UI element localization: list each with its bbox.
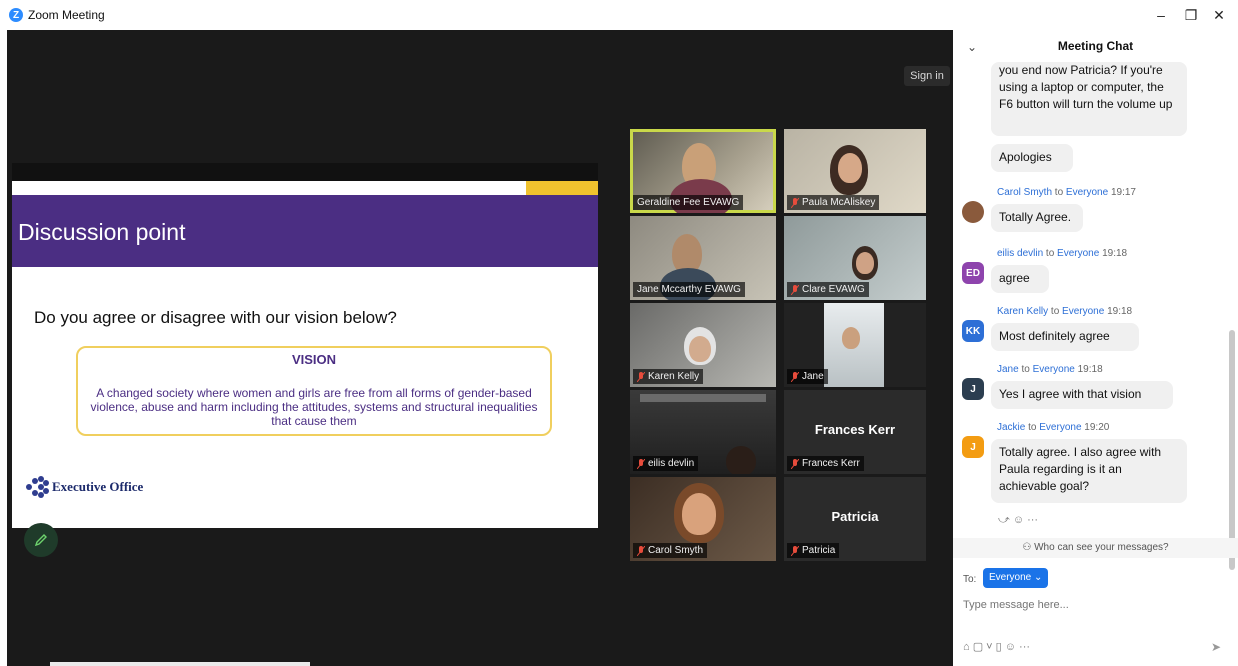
vision-text: A changed society where women and girls … (90, 386, 538, 428)
video-tile[interactable]: Patricia Patricia (784, 477, 926, 561)
avatar: J (962, 436, 984, 458)
video-tile[interactable]: Paula McAliskey (784, 129, 926, 213)
chat-message: agree (991, 265, 1049, 293)
muted-mic-icon (637, 458, 645, 469)
avatar: ED (962, 262, 984, 284)
chat-message: Totally Agree. (991, 204, 1083, 232)
video-tile[interactable]: Jane (784, 303, 926, 387)
muted-mic-icon (637, 371, 645, 382)
participant-name: Jane (787, 369, 828, 384)
chat-message: Most definitely agree (991, 323, 1139, 351)
slide-gold-accent (526, 181, 598, 195)
video-tile[interactable]: Jane Mccarthy EVAWG (630, 216, 776, 300)
close-button[interactable]: ✕ (1204, 4, 1234, 26)
people-icon: ⚇ (1022, 542, 1035, 553)
muted-mic-icon (791, 545, 799, 556)
video-tile[interactable]: Geraldine Fee EVAWG (630, 129, 776, 213)
executive-office-emblem-icon (26, 476, 49, 498)
maximize-button[interactable]: ❐ (1176, 4, 1206, 26)
avatar (962, 201, 984, 223)
participant-display-name: Patricia (831, 509, 879, 524)
muted-mic-icon (791, 458, 799, 469)
message-sender: Karen Kelly to Everyone 19:18 (997, 306, 1133, 317)
slide-top-bar (12, 163, 598, 181)
avatar: KK (962, 320, 984, 342)
executive-office-logo: Executive Office (26, 476, 143, 498)
slide-stripe (12, 181, 598, 195)
message-reaction-icons[interactable]: ⤻ ☺ ··· (998, 514, 1038, 527)
vision-title: VISION (291, 352, 337, 367)
to-label: To: (963, 574, 977, 585)
muted-mic-icon (791, 197, 799, 208)
participant-display-name: Frances Kerr (814, 422, 896, 437)
video-tile[interactable]: Karen Kelly (630, 303, 776, 387)
sign-in-button[interactable]: Sign in (904, 66, 950, 86)
video-tile[interactable]: Clare EVAWG (784, 216, 926, 300)
participant-name: Geraldine Fee EVAWG (633, 195, 744, 210)
chat-message-list[interactable]: you end now Patricia? If you're using a … (953, 62, 1228, 562)
muted-mic-icon (637, 545, 645, 556)
video-tile[interactable]: Frances Kerr Frances Kerr (784, 390, 926, 474)
shared-screen-slide: Discussion point Do you agree or disagre… (12, 163, 598, 528)
executive-office-name: Executive Office (52, 479, 144, 494)
title-bar: Z Zoom Meeting – ❐ ✕ (0, 0, 1238, 30)
participant-name: Paula McAliskey (787, 195, 880, 210)
participant-name: Clare EVAWG (787, 282, 869, 297)
participant-name: eilis devlin (633, 456, 699, 471)
participant-name: Karen Kelly (633, 369, 704, 384)
chat-message: you end now Patricia? If you're using a … (991, 62, 1187, 136)
chat-message: Totally agree. I also agree with Paula r… (991, 439, 1187, 503)
participant-name: Carol Smyth (633, 543, 708, 558)
recipient-dropdown[interactable]: Everyone ⌄ (983, 568, 1049, 588)
chat-title: Meeting Chat (1057, 39, 1134, 53)
message-sender: Carol Smyth to Everyone 19:17 (997, 187, 1136, 198)
muted-mic-icon (791, 284, 799, 295)
send-icon[interactable]: ➤ (1206, 637, 1226, 657)
minimize-button[interactable]: – (1146, 4, 1176, 26)
meeting-chat-panel: ⌄ Meeting Chat you end now Patricia? If … (953, 30, 1238, 666)
pencil-icon (34, 534, 47, 547)
zoom-logo-icon: Z (9, 8, 23, 22)
video-tile[interactable]: Carol Smyth (630, 477, 776, 561)
chat-message: Apologies (991, 144, 1073, 172)
annotate-button[interactable] (24, 523, 58, 557)
vision-box: VISION A changed society where women and… (76, 346, 552, 436)
participant-name: Frances Kerr (787, 456, 864, 471)
message-sender: Jane to Everyone 19:18 (997, 364, 1103, 375)
message-input[interactable] (963, 595, 1228, 615)
chat-toolbar[interactable]: ⌂ ▢ ˅ ▯ ☺ ··· (963, 640, 1030, 653)
message-sender: Jackie to Everyone 19:20 (997, 422, 1110, 433)
video-tile[interactable]: eilis devlin (630, 390, 776, 474)
slide-question: Do you agree or disagree with our vision… (34, 308, 397, 327)
who-can-see-messages-link[interactable]: ⚇ Who can see your messages? (953, 538, 1238, 558)
window-title: Zoom Meeting (28, 8, 105, 22)
chat-message: Yes I agree with that vision (991, 381, 1173, 409)
participant-name: Patricia (787, 543, 840, 558)
slide-heading: Discussion point (18, 219, 186, 245)
chat-header: ⌄ Meeting Chat (953, 30, 1238, 62)
participant-name: Jane Mccarthy EVAWG (633, 282, 745, 297)
message-sender: eilis devlin to Everyone 19:18 (997, 248, 1128, 259)
bottom-scroll-indicator (50, 662, 310, 666)
muted-mic-icon (791, 371, 799, 382)
avatar: J (962, 378, 984, 400)
chat-scrollbar[interactable] (1229, 330, 1235, 570)
